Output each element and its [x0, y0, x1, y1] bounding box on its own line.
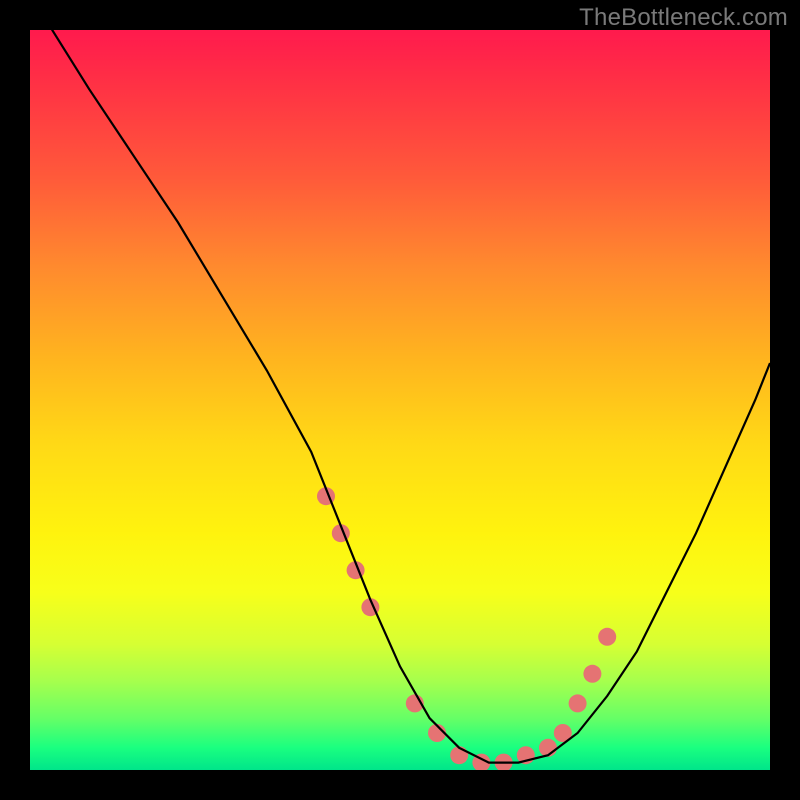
marker-dot [583, 665, 601, 683]
chart-svg [30, 30, 770, 770]
marker-dots-group [317, 487, 616, 770]
watermark-text: TheBottleneck.com [579, 4, 788, 32]
chart-frame: TheBottleneck.com [0, 0, 800, 800]
bottleneck-curve [30, 30, 770, 763]
marker-dot [598, 628, 616, 646]
marker-dot [569, 694, 587, 712]
plot-area [30, 30, 770, 770]
